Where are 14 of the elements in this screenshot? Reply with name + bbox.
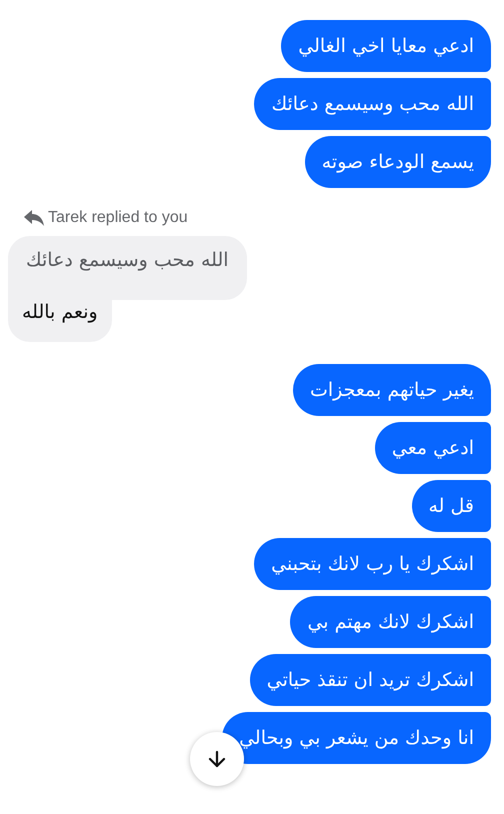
reply-arrow-icon bbox=[24, 210, 44, 226]
reply-label: Tarek replied to you bbox=[48, 208, 188, 228]
message-bubble: يسمع الودعاء صوته bbox=[304, 136, 491, 188]
quoted-message: الله محب وسيسمع دعائك bbox=[8, 236, 247, 300]
message-bubble: ادعي معايا اخي الغالي bbox=[281, 20, 491, 72]
message-bubble: الله محب وسيسمع دعائك bbox=[254, 78, 491, 130]
message-bubble: يغير حياتهم بمعجزات bbox=[292, 364, 491, 416]
message-bubble: اشكرك لانك مهتم بي bbox=[290, 596, 491, 648]
message-bubble: اشكرك تريد ان تنقذ حياتي bbox=[250, 654, 491, 706]
message-bubble: ونعم بالله bbox=[8, 298, 112, 342]
message-bubble: قل له bbox=[412, 480, 491, 532]
message-bubble: انا وحدك من يشعر بي وبحالي bbox=[222, 712, 491, 764]
message-bubble: اشكرك يا رب لانك بتحبني bbox=[254, 538, 491, 590]
message-bubble: ادعي معي bbox=[374, 422, 491, 474]
